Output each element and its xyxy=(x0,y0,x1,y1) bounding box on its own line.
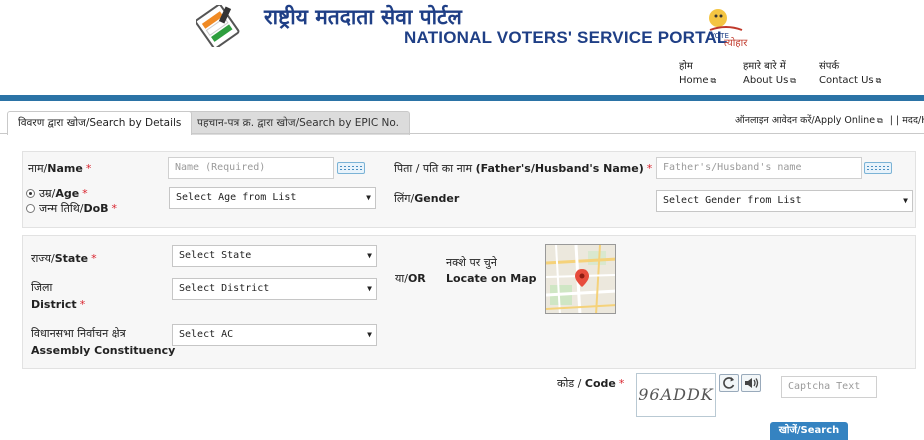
external-link-icon: ⧉ xyxy=(875,76,882,85)
nav-about-link[interactable]: हमारे बारे में About Us ⧉ xyxy=(743,60,796,88)
dropdown-arrow-icon: ▼ xyxy=(903,196,908,205)
assembly-constituency-label: विधानसभा निर्वाचन क्षेत्र Assembly Const… xyxy=(31,327,176,357)
dropdown-arrow-icon: ▼ xyxy=(367,284,372,293)
external-link-icon: ⧉ xyxy=(710,76,717,85)
refresh-captcha-button[interactable] xyxy=(719,374,739,392)
nav-home-hindi: होम xyxy=(679,61,693,72)
nav-contact-english: Contact Us xyxy=(819,75,874,86)
locate-on-map-button[interactable] xyxy=(545,244,616,314)
captcha-code-label: कोड / Code * xyxy=(557,377,625,390)
dob-radio[interactable] xyxy=(26,204,35,213)
help-link-label: | | मदद/He xyxy=(889,115,924,126)
tab-search-by-details[interactable]: विवरण द्वारा खोज/Search by Details xyxy=(7,111,193,135)
dropdown-arrow-icon: ▼ xyxy=(366,193,371,202)
captcha-input[interactable]: Captcha Text xyxy=(781,376,877,398)
virtual-keyboard-icon[interactable] xyxy=(864,162,892,174)
or-label: या/OR xyxy=(395,272,426,285)
nav-about-english: About Us xyxy=(743,75,789,86)
dropdown-arrow-icon: ▼ xyxy=(367,330,372,339)
svg-text:त्योहार: त्योहार xyxy=(724,37,748,48)
locate-on-map-label: नक्शे पर चुने Locate on Map xyxy=(446,256,537,285)
gender-select-value: Select Gender from List xyxy=(663,195,802,206)
external-link-icon: ⧉ xyxy=(790,76,796,85)
refresh-icon xyxy=(723,377,735,389)
apply-online-link[interactable]: ऑनलाइन आवेदन करें/Apply Online ⧉ | | मदद/… xyxy=(735,113,924,126)
nav-contact-hindi: संपर्क xyxy=(819,61,840,72)
voter-ink-logo-icon xyxy=(196,5,240,47)
site-header: राष्ट्रीय मतदाता सेवा पोर्टल NATIONAL VO… xyxy=(0,0,924,96)
tab-search-by-epic[interactable]: पहचान-पत्र क्र. द्वारा खोज/Search by EPI… xyxy=(186,111,410,135)
gender-select[interactable]: Select Gender from List ▼ xyxy=(656,190,913,212)
captcha-image: 96ADDK xyxy=(636,373,716,417)
assembly-constituency-select[interactable]: Select AC ▼ xyxy=(172,324,377,346)
dropdown-arrow-icon: ▼ xyxy=(367,251,372,260)
name-label: नाम/Name * xyxy=(28,162,92,175)
virtual-keyboard-icon[interactable] xyxy=(337,162,365,174)
dob-label: जन्म तिथि/DoB * xyxy=(39,202,118,215)
state-label: राज्य/State * xyxy=(31,252,97,265)
district-select[interactable]: Select District ▼ xyxy=(172,278,377,300)
audio-captcha-button[interactable] xyxy=(741,374,761,392)
portal-title-hindi: राष्ट्रीय मतदाता सेवा पोर्टल xyxy=(264,4,462,29)
search-button[interactable]: खोजें/Search xyxy=(770,422,848,440)
name-input[interactable]: Name (Required) xyxy=(168,157,334,179)
speaker-icon xyxy=(745,378,759,388)
apply-online-label: ऑनलाइन आवेदन करें/Apply Online xyxy=(735,115,876,126)
state-select-value: Select State xyxy=(179,250,252,261)
father-name-label: पिता / पति का नाम (Father's/Husband's Na… xyxy=(394,162,653,175)
portal-title-english: NATIONAL VOTERS' SERVICE PORTAL xyxy=(404,28,728,47)
age-select-value: Select Age from List xyxy=(176,192,297,203)
state-select[interactable]: Select State ▼ xyxy=(172,245,377,267)
age-select[interactable]: Select Age from List ▼ xyxy=(169,187,376,209)
election-mascot-logo-icon: VOTE त्योहार xyxy=(709,9,748,48)
father-name-input[interactable]: Father's/Husband's name xyxy=(656,157,862,179)
nav-about-hindi: हमारे बारे में xyxy=(743,61,786,72)
district-label: जिला District * xyxy=(31,281,86,311)
district-select-value: Select District xyxy=(179,283,270,294)
ac-select-value: Select AC xyxy=(179,329,234,340)
map-thumbnail-icon xyxy=(546,245,615,313)
age-radio[interactable] xyxy=(26,189,35,198)
nav-contact-link[interactable]: संपर्क Contact Us ⧉ xyxy=(819,60,881,88)
nav-home-english: Home xyxy=(679,75,709,86)
gender-label: लिंग/Gender xyxy=(394,192,460,205)
nav-home-link[interactable]: होम Home ⧉ xyxy=(679,60,716,88)
external-link-icon: ⧉ xyxy=(877,116,883,125)
search-tabs-bar: विवरण द्वारा खोज/Search by Details पहचान… xyxy=(0,101,924,135)
age-label: उम्र/Age * xyxy=(39,187,88,200)
